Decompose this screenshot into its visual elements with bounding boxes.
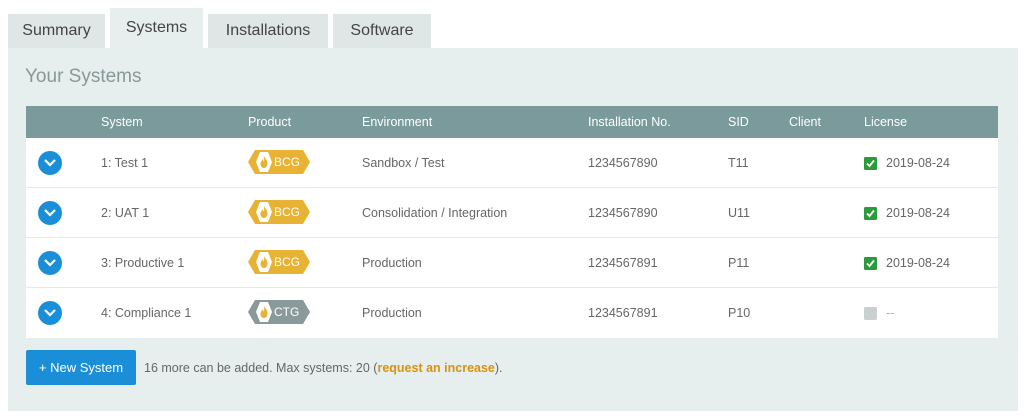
installation-number: 1234567891 [588,306,658,320]
license-date: 2019-08-24 [886,156,950,170]
systems-table: System Product Environment Installation … [26,106,998,338]
tab-bar: Summary Systems Installations Software [8,8,436,48]
column-header-sid[interactable]: SID [728,106,749,138]
product-badge: CTG [248,300,310,324]
expand-row-button[interactable] [38,201,62,225]
column-header-license[interactable]: License [864,106,907,138]
column-header-client[interactable]: Client [789,106,821,138]
new-system-button[interactable]: + New System [26,350,136,385]
column-header-product[interactable]: Product [248,106,291,138]
license-date: 2019-08-24 [886,206,950,220]
sid: P10 [728,306,751,320]
expand-row-button[interactable] [38,301,62,325]
table-row[interactable]: 1: Test 1 BCG Sandbox / Test 1234567890 … [26,138,998,188]
expand-row-button[interactable] [38,151,62,175]
table-footer: + New System 16 more can be added. Max s… [26,350,503,385]
system-name: 2: UAT 1 [101,206,150,220]
capacity-text: 16 more can be added. Max systems: 20 (r… [144,361,503,375]
product-badge-label: BCG [274,255,301,269]
license-valid-icon [864,207,877,220]
sid: P11 [728,256,750,270]
sid: U11 [728,206,751,220]
column-header-system[interactable]: System [101,106,143,138]
tab-installations[interactable]: Installations [208,14,328,48]
installation-number: 1234567891 [588,256,658,270]
installation-number: 1234567890 [588,156,658,170]
product-badge-label: BCG [274,205,301,219]
installation-number: 1234567890 [588,206,658,220]
column-header-environment[interactable]: Environment [362,106,432,138]
product-badge-label: CTG [274,305,300,319]
environment: Production [362,256,422,270]
chevron-down-icon [44,259,56,267]
table-header: System Product Environment Installation … [26,106,998,138]
product-badge: BCG [248,200,310,224]
table-row[interactable]: 2: UAT 1 BCG Consolidation / Integration… [26,188,998,238]
panel-title: Your Systems [25,66,142,87]
column-header-installation[interactable]: Installation No. [588,106,671,138]
license-date: 2019-08-24 [886,256,950,270]
capacity-text-before: 16 more can be added. Max systems: 20 ( [144,360,378,375]
license-date: -- [886,306,895,320]
table-row[interactable]: 3: Productive 1 BCG Production 123456789… [26,238,998,288]
system-name: 4: Compliance 1 [101,306,192,320]
tab-summary[interactable]: Summary [8,14,105,48]
tab-software[interactable]: Software [333,14,431,48]
license-valid-icon [864,257,877,270]
environment: Production [362,306,422,320]
request-increase-link[interactable]: request an increase [377,361,494,375]
product-badge: BCG [248,150,310,174]
expand-row-button[interactable] [38,251,62,275]
system-name: 3: Productive 1 [101,256,185,270]
license-valid-icon [864,157,877,170]
environment: Consolidation / Integration [362,206,508,220]
table-row[interactable]: 4: Compliance 1 CTG Production 123456789… [26,288,998,338]
system-name: 1: Test 1 [101,156,149,170]
environment: Sandbox / Test [362,156,445,170]
tab-systems[interactable]: Systems [110,8,203,48]
systems-panel: Your Systems System Product Environment … [8,48,1018,411]
capacity-text-after: ). [494,360,503,375]
product-badge: BCG [248,250,310,274]
chevron-down-icon [44,159,56,167]
sid: T11 [728,156,749,170]
license-missing-icon [864,307,877,320]
chevron-down-icon [44,309,56,317]
chevron-down-icon [44,209,56,217]
product-badge-label: BCG [274,155,301,169]
